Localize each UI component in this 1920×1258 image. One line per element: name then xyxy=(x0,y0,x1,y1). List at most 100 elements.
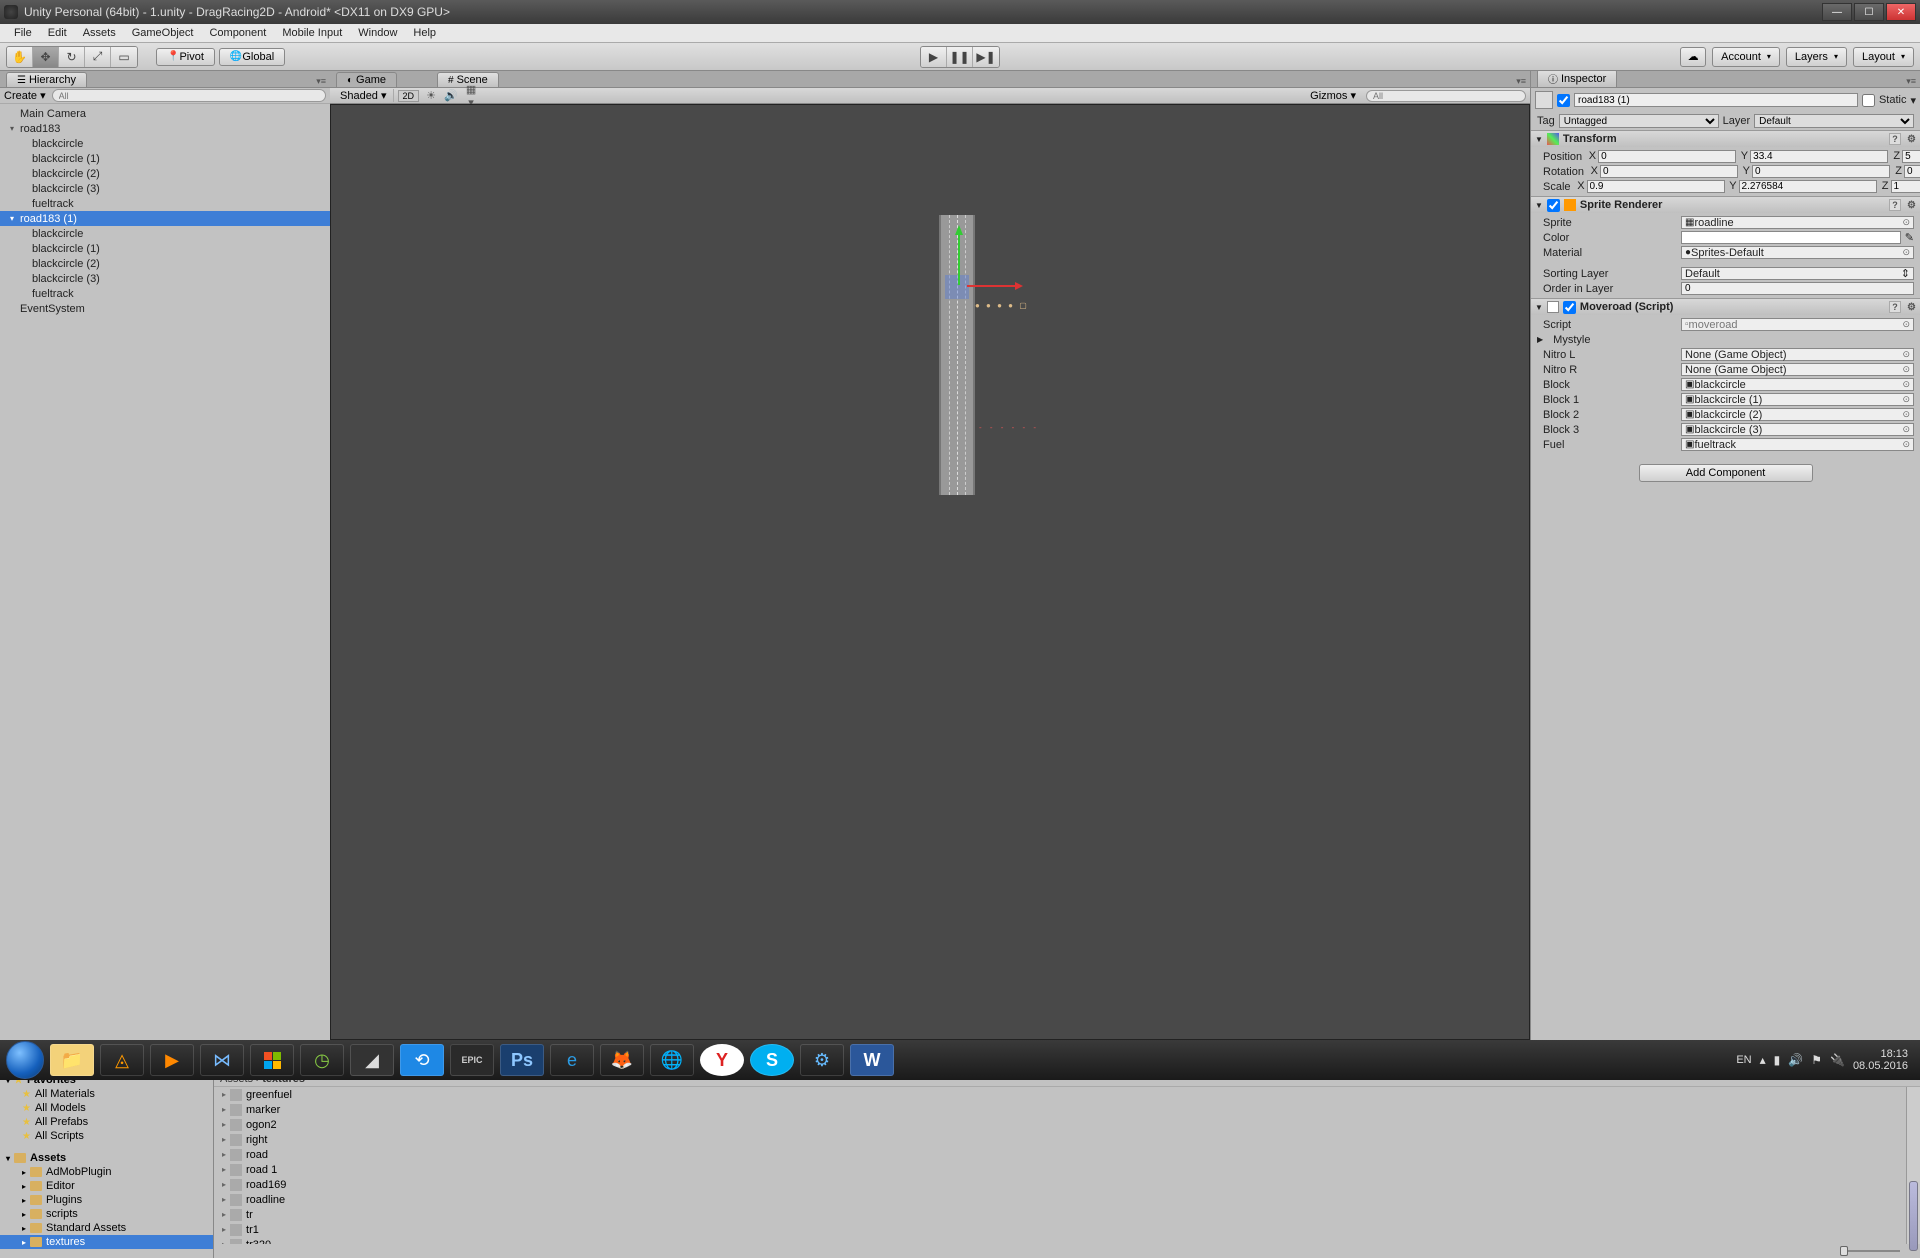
favorite-item[interactable]: ★All Prefabs xyxy=(0,1115,213,1129)
tray-clock[interactable]: 18:13 08.05.2016 xyxy=(1853,1048,1914,1072)
menu-assets[interactable]: Assets xyxy=(75,25,124,41)
game-tab[interactable]: ◐ Game xyxy=(336,72,397,87)
menu-file[interactable]: File xyxy=(6,25,40,41)
rotation-x[interactable] xyxy=(1600,165,1738,178)
hierarchy-item[interactable]: ▾road183 xyxy=(0,121,330,136)
static-dropdown-icon[interactable]: ▾ xyxy=(1910,94,1916,107)
inspector-dock-options[interactable]: ▾≡ xyxy=(1906,76,1916,87)
moveroad-enabled[interactable] xyxy=(1563,301,1576,314)
tray-power-icon[interactable]: 🔌 xyxy=(1830,1053,1845,1067)
taskbar-firefox[interactable]: 🦊 xyxy=(600,1044,644,1076)
hierarchy-item[interactable]: fueltrack xyxy=(0,196,330,211)
scale-z[interactable] xyxy=(1891,180,1920,193)
rotation-z[interactable] xyxy=(1904,165,1920,178)
2d-toggle[interactable]: 2D xyxy=(398,90,420,102)
taskbar-word[interactable]: W xyxy=(850,1044,894,1076)
asset-folder[interactable]: ▸Editor xyxy=(0,1179,213,1193)
inspector-tab[interactable]: ⓘ Inspector xyxy=(1537,69,1617,87)
taskbar-unity[interactable]: ◢ xyxy=(350,1044,394,1076)
hierarchy-item[interactable]: ▾road183 (1) xyxy=(0,211,330,226)
sprite-foldout[interactable]: ▼ xyxy=(1535,201,1543,210)
hierarchy-item[interactable]: blackcircle (1) xyxy=(0,151,330,166)
moveroad-help-icon[interactable]: ? xyxy=(1889,301,1901,313)
assets-header[interactable]: ▾Assets xyxy=(0,1151,213,1165)
maximize-button[interactable]: ☐ xyxy=(1854,3,1884,21)
asset-folder[interactable]: ▸AdMobPlugin xyxy=(0,1165,213,1179)
taskbar-androidstudio[interactable]: ◷ xyxy=(300,1044,344,1076)
scale-tool[interactable]: ⤢ xyxy=(85,47,111,67)
texture-item[interactable]: ▸roadline xyxy=(214,1192,1906,1207)
move-tool[interactable]: ✥ xyxy=(33,47,59,67)
position-z[interactable] xyxy=(1902,150,1920,163)
script-field[interactable]: ▫ moveroad xyxy=(1681,318,1914,331)
menu-window[interactable]: Window xyxy=(350,25,405,41)
sprite-field[interactable]: ▦ roadline xyxy=(1681,216,1914,229)
add-component-button[interactable]: Add Component xyxy=(1639,464,1813,482)
asset-folder[interactable]: ▸scripts xyxy=(0,1207,213,1221)
transform-foldout[interactable]: ▼ xyxy=(1535,135,1543,144)
rotation-y[interactable] xyxy=(1752,165,1890,178)
hierarchy-item[interactable]: blackcircle (2) xyxy=(0,166,330,181)
sprite-gear-icon[interactable]: ⚙ xyxy=(1907,200,1916,211)
sprite-help-icon[interactable]: ? xyxy=(1889,199,1901,211)
hierarchy-item[interactable]: blackcircle xyxy=(0,226,330,241)
eyedropper-icon[interactable]: ✎ xyxy=(1905,231,1914,244)
y-axis-handle[interactable] xyxy=(955,225,963,235)
tray-volume-icon[interactable]: 🔊 xyxy=(1788,1053,1803,1067)
transform-gear-icon[interactable]: ⚙ xyxy=(1907,134,1916,145)
sprite-renderer-enabled[interactable] xyxy=(1547,199,1560,212)
menu-mobileinput[interactable]: Mobile Input xyxy=(274,25,350,41)
gameobject-icon[interactable] xyxy=(1535,91,1553,109)
pause-button[interactable]: ❚❚ xyxy=(947,47,973,67)
scene-viewport[interactable]: ● ● ● ● ▢ - - - - - - xyxy=(330,104,1530,1040)
asset-folder[interactable]: ▸Plugins xyxy=(0,1193,213,1207)
block3-field[interactable]: ▣ blackcircle (3) xyxy=(1681,423,1914,436)
minimize-button[interactable]: — xyxy=(1822,3,1852,21)
texture-item[interactable]: ▸tr1 xyxy=(214,1222,1906,1237)
hierarchy-item[interactable]: EventSystem xyxy=(0,301,330,316)
color-field[interactable] xyxy=(1681,231,1901,244)
hierarchy-item[interactable]: Main Camera xyxy=(0,106,330,121)
transform-help-icon[interactable]: ? xyxy=(1889,133,1901,145)
order-field[interactable] xyxy=(1681,282,1914,295)
taskbar-teamviewer[interactable]: ⟲ xyxy=(400,1044,444,1076)
taskbar-app1[interactable]: ⚙ xyxy=(800,1044,844,1076)
close-button[interactable]: ✕ xyxy=(1886,3,1916,21)
scene-dock-options[interactable]: ▾≡ xyxy=(1516,76,1526,87)
menu-help[interactable]: Help xyxy=(405,25,444,41)
tag-dropdown[interactable]: Untagged xyxy=(1559,114,1719,128)
play-button[interactable]: ▶ xyxy=(921,47,947,67)
selection-gizmo[interactable] xyxy=(945,275,969,299)
taskbar-explorer[interactable]: 📁 xyxy=(50,1044,94,1076)
x-axis-handle[interactable] xyxy=(967,285,1017,287)
project-folder-tree[interactable]: ▾★Favorites ★All Materials★All Models★Al… xyxy=(0,1071,214,1258)
texture-item[interactable]: ▸greenfuel xyxy=(214,1087,1906,1102)
texture-item[interactable]: ▸road 1 xyxy=(214,1162,1906,1177)
hierarchy-tree[interactable]: Main Camera▾road183 blackcircle blackcircl… xyxy=(0,104,330,1040)
position-x[interactable] xyxy=(1598,150,1736,163)
texture-item[interactable]: ▸tr320 xyxy=(214,1237,1906,1244)
global-toggle[interactable]: 🌐Global xyxy=(219,48,285,66)
block2-field[interactable]: ▣ blackcircle (2) xyxy=(1681,408,1914,421)
account-dropdown[interactable]: Account xyxy=(1712,47,1780,67)
taskbar-yandex[interactable]: Y xyxy=(700,1044,744,1076)
taskbar-groove[interactable]: ⋈ xyxy=(200,1044,244,1076)
lighting-icon[interactable]: ☀ xyxy=(423,89,439,102)
layer-dropdown[interactable]: Default xyxy=(1754,114,1914,128)
hand-tool[interactable]: ✋ xyxy=(7,47,33,67)
texture-item[interactable]: ▸road169 xyxy=(214,1177,1906,1192)
sorting-layer-field[interactable]: Default⇕ xyxy=(1681,267,1914,280)
project-asset-list[interactable]: ▸greenfuel▸marker▸ogon2▸right▸road▸road … xyxy=(214,1087,1906,1244)
tray-lang[interactable]: EN xyxy=(1736,1054,1751,1066)
hierarchy-item[interactable]: blackcircle (2) xyxy=(0,256,330,271)
tray-action-icon[interactable]: ⚑ xyxy=(1811,1053,1822,1067)
menu-component[interactable]: Component xyxy=(201,25,274,41)
nitror-field[interactable]: None (Game Object) xyxy=(1681,363,1914,376)
gizmos-dropdown[interactable]: Gizmos ▾ xyxy=(1304,89,1362,102)
nitrol-field[interactable]: None (Game Object) xyxy=(1681,348,1914,361)
audio-icon[interactable]: 🔊 xyxy=(443,89,459,102)
favorite-item[interactable]: ★All Models xyxy=(0,1101,213,1115)
block1-field[interactable]: ▣ blackcircle (1) xyxy=(1681,393,1914,406)
shading-mode[interactable]: Shaded ▾ xyxy=(334,89,394,102)
asset-folder[interactable]: ▸Standard Assets xyxy=(0,1221,213,1235)
